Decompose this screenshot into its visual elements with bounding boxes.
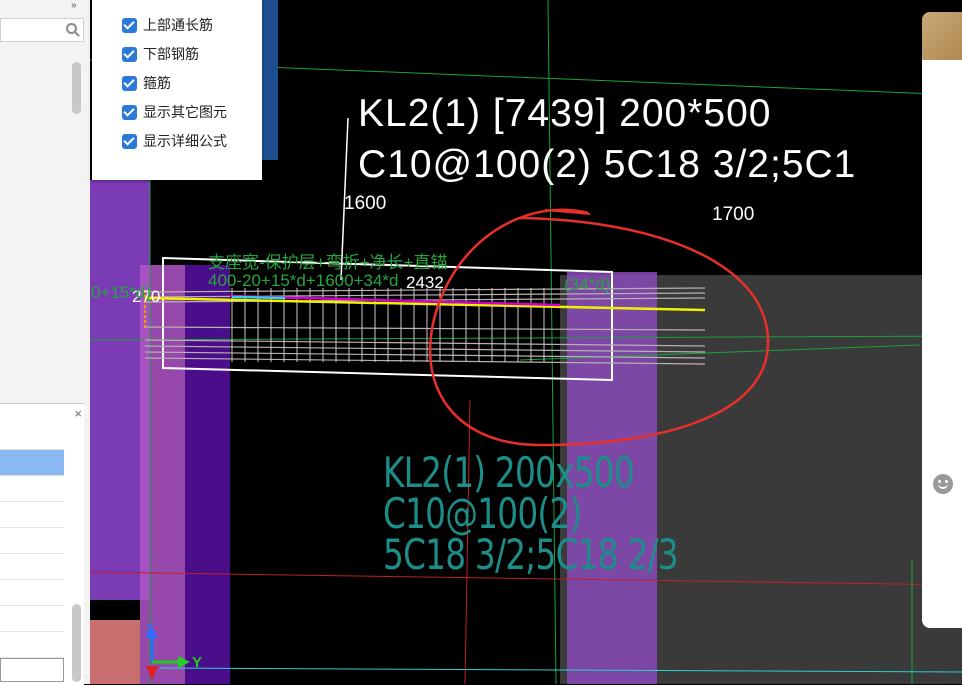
checkbox-stirrup[interactable]: 箍筋 <box>122 73 171 93</box>
checkbox-checked-icon[interactable] <box>122 104 137 120</box>
collapse-arrow-icon[interactable]: » <box>71 0 77 11</box>
list-item[interactable] <box>0 528 64 554</box>
formula-line1: 支座宽-保护层+弯折+净长+直锚 <box>208 253 448 272</box>
checkbox-checked-icon[interactable] <box>122 46 137 62</box>
annotation-line3: 5C18 3/2;5C18 2/3 <box>383 530 679 579</box>
side-widget-banner[interactable] <box>922 12 962 60</box>
side-widget[interactable] <box>922 12 962 628</box>
toolbar-strip <box>262 0 278 160</box>
list-item[interactable] <box>0 606 64 632</box>
list-item[interactable] <box>0 554 64 580</box>
formula-left: 0+15*d) <box>91 283 152 302</box>
layer-display-panel: 上部通长筋 下部钢筋 箍筋 显示其它图元 显示详细公式 <box>92 0 262 180</box>
scrollbar-lower[interactable] <box>72 604 81 682</box>
list-item[interactable] <box>0 502 64 528</box>
list-item[interactable] <box>0 476 64 502</box>
dimension-1700: 1700 <box>712 204 755 225</box>
checkbox-show-other-elements[interactable]: 显示其它图元 <box>122 102 227 122</box>
axis-y-label: Y <box>192 654 203 671</box>
smiley-icon[interactable] <box>933 474 953 494</box>
checkbox-top-through-rebar[interactable]: 上部通长筋 <box>122 15 213 35</box>
checkbox-checked-icon[interactable] <box>122 17 137 33</box>
search-icon[interactable] <box>66 23 77 34</box>
list-item[interactable] <box>0 424 64 450</box>
dimension-2432: 2432 <box>406 273 444 292</box>
checkbox-label: 上部通长筋 <box>143 17 213 33</box>
close-icon[interactable]: × <box>74 406 82 421</box>
list-item-input[interactable] <box>0 658 64 682</box>
dimension-1600: 1600 <box>344 193 387 214</box>
checkbox-checked-icon[interactable] <box>122 133 137 149</box>
formula-right: (34*d) <box>564 275 611 294</box>
beam-title-line2: C10@100(2) 5C18 3/2;5C1 <box>358 143 857 186</box>
checkbox-label: 下部钢筋 <box>143 46 199 62</box>
axis-z-label: Z <box>146 622 154 637</box>
checkbox-checked-icon[interactable] <box>122 75 137 91</box>
left-panel: » × <box>0 0 90 685</box>
list-item-selected[interactable] <box>0 450 64 476</box>
list-item[interactable] <box>0 632 64 658</box>
list-item[interactable] <box>0 580 64 606</box>
checkbox-label: 箍筋 <box>143 75 171 91</box>
column-brick <box>90 620 140 684</box>
checkbox-show-detailed-formula[interactable]: 显示详细公式 <box>122 131 227 151</box>
formula-line2: 400-20+15*d+1600+34*d <box>208 271 399 290</box>
checkbox-bottom-rebar[interactable]: 下部钢筋 <box>122 44 199 64</box>
property-list: × <box>0 403 84 685</box>
rebar-cyan <box>231 295 286 300</box>
beam-title-line1: KL2(1) [7439] 200*500 <box>358 92 772 135</box>
checkbox-label: 显示其它图元 <box>143 104 227 120</box>
search-input[interactable] <box>0 18 84 42</box>
scrollbar-upper[interactable] <box>72 62 81 114</box>
checkbox-label: 显示详细公式 <box>143 133 227 149</box>
